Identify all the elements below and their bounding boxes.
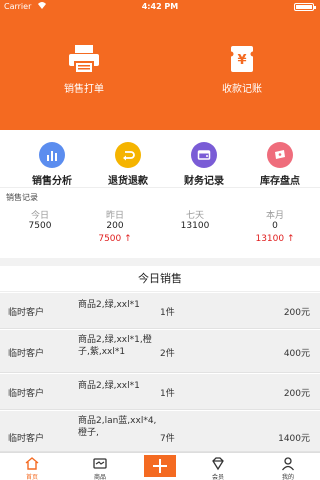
row-amount: 200元 [283,389,310,399]
row-amount: 200元 [283,308,310,318]
tab-bar: 首页 商品 会员 我的 [0,452,320,480]
record-yesterday[interactable]: 昨日 200 7500 ↑ [85,208,145,247]
collect-payment-button[interactable]: ¥ 收款记账 [192,44,292,96]
row-customer: 临时客户 [8,349,45,359]
record-value: 0 [272,221,278,231]
row-product: 商品2,lan蓝,xxl*4,橙子, [78,416,157,438]
row-customer: 临时客户 [8,389,45,399]
sales-row[interactable]: 临时客户 商品2,绿,xxl*1,橙子,紫,xxl*1 2件 400元 [0,330,320,373]
sales-row[interactable]: 临时客户 商品2,绿,xxl*1 1件 200元 [0,293,320,329]
bar-chart-icon [39,142,65,168]
return-refund-button[interactable]: 退货退款 [93,142,163,187]
return-refund-label: 退货退款 [108,176,148,187]
sales-records-title: 销售记录 [6,193,38,202]
record-compare: 7500 ↑ [98,234,132,244]
tab-members[interactable]: 会员 [186,453,250,480]
finance-records-label: 财务记录 [184,176,224,187]
finance-records-button[interactable]: 财务记录 [169,142,239,187]
record-compare: 13100 ↑ [255,234,295,244]
row-amount: 400元 [283,349,310,359]
record-seven-days[interactable]: 七天 13100 [165,208,225,247]
row-product: 商品2,绿,xxl*1 [78,300,140,310]
yen-receipt-icon: ¥ [228,46,256,72]
section-divider [0,258,320,266]
sales-print-button[interactable]: 销售打单 [34,44,134,96]
diamond-icon [212,457,224,471]
record-header: 本月 [265,211,284,221]
ticket-icon [267,142,293,168]
battery-icon [294,3,316,11]
sales-records-panel: 销售记录 今日 7500 昨日 200 7500 ↑ 七天 13100 本月 0… [0,188,320,258]
tab-mine-label: 我的 [281,474,294,480]
row-product: 商品2,绿,xxl*1,橙子,紫,xxl*1 [78,335,152,357]
tab-members-label: 会员 [211,474,224,480]
row-quantity: 2件 [160,349,175,359]
tab-home[interactable]: 首页 [0,453,64,480]
tab-goods-label: 商品 [93,474,106,480]
record-today[interactable]: 今日 7500 [10,208,70,247]
sales-print-label: 销售打单 [64,84,104,95]
record-value: 13100 [180,221,210,231]
row-quantity: 1件 [160,389,175,399]
sales-row[interactable]: 临时客户 商品2,绿,xxl*1 1件 200元 [0,374,320,410]
add-button[interactable] [144,455,176,477]
record-header: 昨日 [105,211,124,221]
row-customer: 临时客户 [8,308,45,318]
hero-banner: Carrier 4:42 PM 销售打单 ¥ 收款记账 [0,0,320,130]
row-product: 商品2,绿,xxl*1 [78,381,140,391]
inventory-count-label: 库存盘点 [260,176,300,187]
row-customer: 临时客户 [8,434,45,444]
person-icon [281,457,295,471]
record-value: 200 [106,221,124,231]
goods-icon [93,458,107,469]
record-compare [165,234,225,247]
wallet-icon [191,142,217,168]
svg-text:¥: ¥ [237,53,246,68]
row-amount: 1400元 [278,434,310,444]
row-quantity: 1件 [160,308,175,318]
sales-row[interactable]: 临时客户 商品2,lan蓝,xxl*4,橙子, 7件 1400元 [0,411,320,452]
today-sales-title: 今日销售 [0,266,320,292]
collect-payment-label: 收款记账 [222,84,262,95]
tab-home-label: 首页 [25,474,38,480]
record-compare [10,234,70,247]
printer-icon [69,45,99,74]
status-time: 4:42 PM [141,2,179,11]
record-this-month[interactable]: 本月 0 13100 ↑ [245,208,305,247]
record-value: 7500 [28,221,52,231]
sales-analysis-label: 销售分析 [32,176,72,187]
return-icon [115,142,141,168]
status-bar: Carrier 4:42 PM [0,0,320,14]
row-quantity: 7件 [160,434,175,444]
record-header: 今日 [30,211,49,221]
quick-actions-bar: 销售分析 退货退款 财务记录 库存盘点 [0,130,320,188]
home-icon [25,457,39,470]
inventory-count-button[interactable]: 库存盘点 [245,142,315,187]
record-header: 七天 [185,211,204,221]
sales-analysis-button[interactable]: 销售分析 [17,142,87,187]
tab-mine[interactable]: 我的 [256,453,320,480]
tab-goods[interactable]: 商品 [68,453,132,480]
